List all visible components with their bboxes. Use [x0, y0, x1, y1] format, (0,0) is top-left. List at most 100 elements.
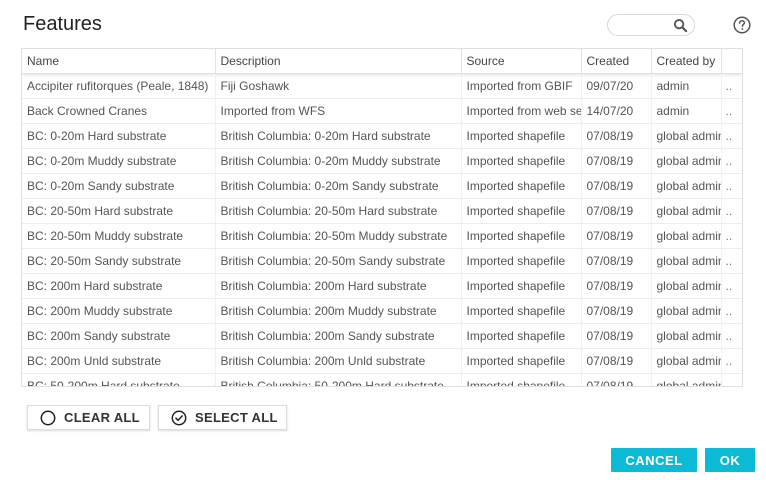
cell-created-by: global admin — [651, 298, 722, 324]
cell-created-by: global admin — [651, 223, 722, 249]
cell-name: BC: 0-20m Hard substrate — [22, 123, 216, 149]
cell-created: 07/08/19 — [581, 373, 652, 386]
cell-created-by: admin — [651, 98, 722, 124]
cell-name: BC: 50-200m Hard substrate — [22, 373, 216, 386]
cell-created: 09/07/20 — [581, 73, 652, 99]
cell-description: British Columbia: 20-50m Muddy substrate — [215, 223, 462, 249]
cell-created: 07/08/19 — [581, 348, 652, 374]
cell-name: BC: 0-20m Sandy substrate — [22, 173, 216, 199]
table-row[interactable]: BC: 0-20m Muddy substrate British Columbi… — [22, 148, 742, 174]
table-row[interactable]: BC: 50-200m Hard substrate British Columb… — [22, 373, 742, 386]
dialog-title: Features — [23, 13, 102, 35]
cell-created: 07/08/19 — [581, 148, 652, 174]
cell-name: BC: 20-50m Sandy substrate — [22, 248, 216, 274]
cell-created-by: admin — [651, 73, 722, 99]
cell-created: 07/08/19 — [581, 223, 652, 249]
cell-source: Imported from GBIF — [461, 73, 582, 99]
clear-all-button[interactable]: CLEAR ALL — [27, 405, 150, 430]
cell-name: Back Crowned Cranes — [22, 98, 216, 124]
cell-more: .. — [721, 248, 742, 274]
cell-more: .. — [721, 323, 742, 349]
column-header-source[interactable]: Source — [461, 49, 582, 74]
cell-description: British Columbia: 200m Sandy substrate — [215, 323, 462, 349]
cell-description: Imported from WFS — [215, 98, 462, 124]
cell-description: British Columbia: 200m Muddy substrate — [215, 298, 462, 324]
cell-description: British Columbia: 20-50m Sandy substrate — [215, 248, 462, 274]
cell-description: British Columbia: 0-20m Muddy substrate — [215, 148, 462, 174]
features-table[interactable]: Name Description Source Created Created … — [21, 48, 743, 387]
table-row[interactable]: Accipiter rufitorques (Peale, 1848) Fiji … — [22, 73, 742, 99]
cell-source: Imported shapefile — [461, 123, 582, 149]
cell-more: .. — [721, 348, 742, 374]
cell-created-by: global admin — [651, 123, 722, 149]
help-icon[interactable] — [733, 16, 751, 34]
clear-all-label: CLEAR ALL — [64, 410, 140, 425]
cell-source: Imported shapefile — [461, 373, 582, 386]
cell-description: British Columbia: 0-20m Hard substrate — [215, 123, 462, 149]
table-row[interactable]: BC: 20-50m Sandy substrate British Columb… — [22, 248, 742, 274]
cell-created: 07/08/19 — [581, 173, 652, 199]
cell-created: 07/08/19 — [581, 198, 652, 224]
cell-description: British Columbia: 0-20m Sandy substrate — [215, 173, 462, 199]
table-row[interactable]: BC: 0-20m Sandy substrate British Columbi… — [22, 173, 742, 199]
cell-source: Imported shapefile — [461, 248, 582, 274]
table-row[interactable]: BC: 200m Unld substrate British Columbia:… — [22, 348, 742, 374]
cell-created-by: global admin — [651, 173, 722, 199]
cell-created: 07/08/19 — [581, 323, 652, 349]
cell-more: .. — [721, 373, 742, 386]
cell-source: Imported from web se — [461, 98, 582, 124]
table-row[interactable]: BC: 0-20m Hard substrate British Columbia… — [22, 123, 742, 149]
cell-more: .. — [721, 73, 742, 99]
cell-name: BC: 20-50m Hard substrate — [22, 198, 216, 224]
cell-description: British Columbia: 20-50m Hard substrate — [215, 198, 462, 224]
cell-created-by: global admin — [651, 373, 722, 386]
cell-more: .. — [721, 198, 742, 224]
cell-name: Accipiter rufitorques (Peale, 1848) — [22, 73, 216, 99]
cell-description: British Columbia: 200m Hard substrate — [215, 273, 462, 299]
cell-more: .. — [721, 148, 742, 174]
cell-name: BC: 200m Sandy substrate — [22, 323, 216, 349]
cell-created: 07/08/19 — [581, 123, 652, 149]
cell-description: British Columbia: 200m Unld substrate — [215, 348, 462, 374]
cell-name: BC: 200m Muddy substrate — [22, 298, 216, 324]
search-box[interactable] — [607, 14, 695, 36]
cell-created-by: global admin — [651, 323, 722, 349]
cell-source: Imported shapefile — [461, 223, 582, 249]
cell-name: BC: 0-20m Muddy substrate — [22, 148, 216, 174]
cell-source: Imported shapefile — [461, 273, 582, 299]
search-icon[interactable] — [673, 18, 688, 33]
search-input[interactable] — [616, 17, 676, 33]
ok-button[interactable]: OK — [705, 448, 755, 472]
column-header-created[interactable]: Created — [581, 49, 652, 74]
table-row[interactable]: BC: 200m Sandy substrate British Columbia… — [22, 323, 742, 349]
column-header-name[interactable]: Name — [22, 49, 216, 74]
cell-name: BC: 200m Unld substrate — [22, 348, 216, 374]
cell-source: Imported shapefile — [461, 148, 582, 174]
cell-more: .. — [721, 298, 742, 324]
cell-created-by: global admin — [651, 148, 722, 174]
cell-more: .. — [721, 123, 742, 149]
cell-more: .. — [721, 98, 742, 124]
table-row[interactable]: BC: 20-50m Muddy substrate British Columb… — [22, 223, 742, 249]
table-row[interactable]: BC: 200m Hard substrate British Columbia:… — [22, 273, 742, 299]
cell-created: 07/08/19 — [581, 298, 652, 324]
table-row[interactable]: BC: 200m Muddy substrate British Columbia… — [22, 298, 742, 324]
column-header-description[interactable]: Description — [215, 49, 462, 74]
cell-created-by: global admin — [651, 248, 722, 274]
table-header-row: Name Description Source Created Created … — [22, 49, 742, 74]
column-header-created-by[interactable]: Created by — [651, 49, 722, 74]
select-all-button[interactable]: SELECT ALL — [158, 405, 287, 430]
cell-source: Imported shapefile — [461, 348, 582, 374]
table-row[interactable]: Back Crowned Cranes Imported from WFS Impo… — [22, 98, 742, 124]
cell-source: Imported shapefile — [461, 298, 582, 324]
cell-more: .. — [721, 273, 742, 299]
cell-name: BC: 20-50m Muddy substrate — [22, 223, 216, 249]
table-row[interactable]: BC: 20-50m Hard substrate British Columbi… — [22, 198, 742, 224]
cell-description: Fiji Goshawk — [215, 73, 462, 99]
cell-description: British Columbia: 50-200m Hard substrate — [215, 373, 462, 386]
cancel-button[interactable]: CANCEL — [611, 448, 697, 472]
cell-created-by: global admin — [651, 273, 722, 299]
cell-source: Imported shapefile — [461, 198, 582, 224]
cell-created-by: global admin — [651, 348, 722, 374]
cell-more: .. — [721, 223, 742, 249]
